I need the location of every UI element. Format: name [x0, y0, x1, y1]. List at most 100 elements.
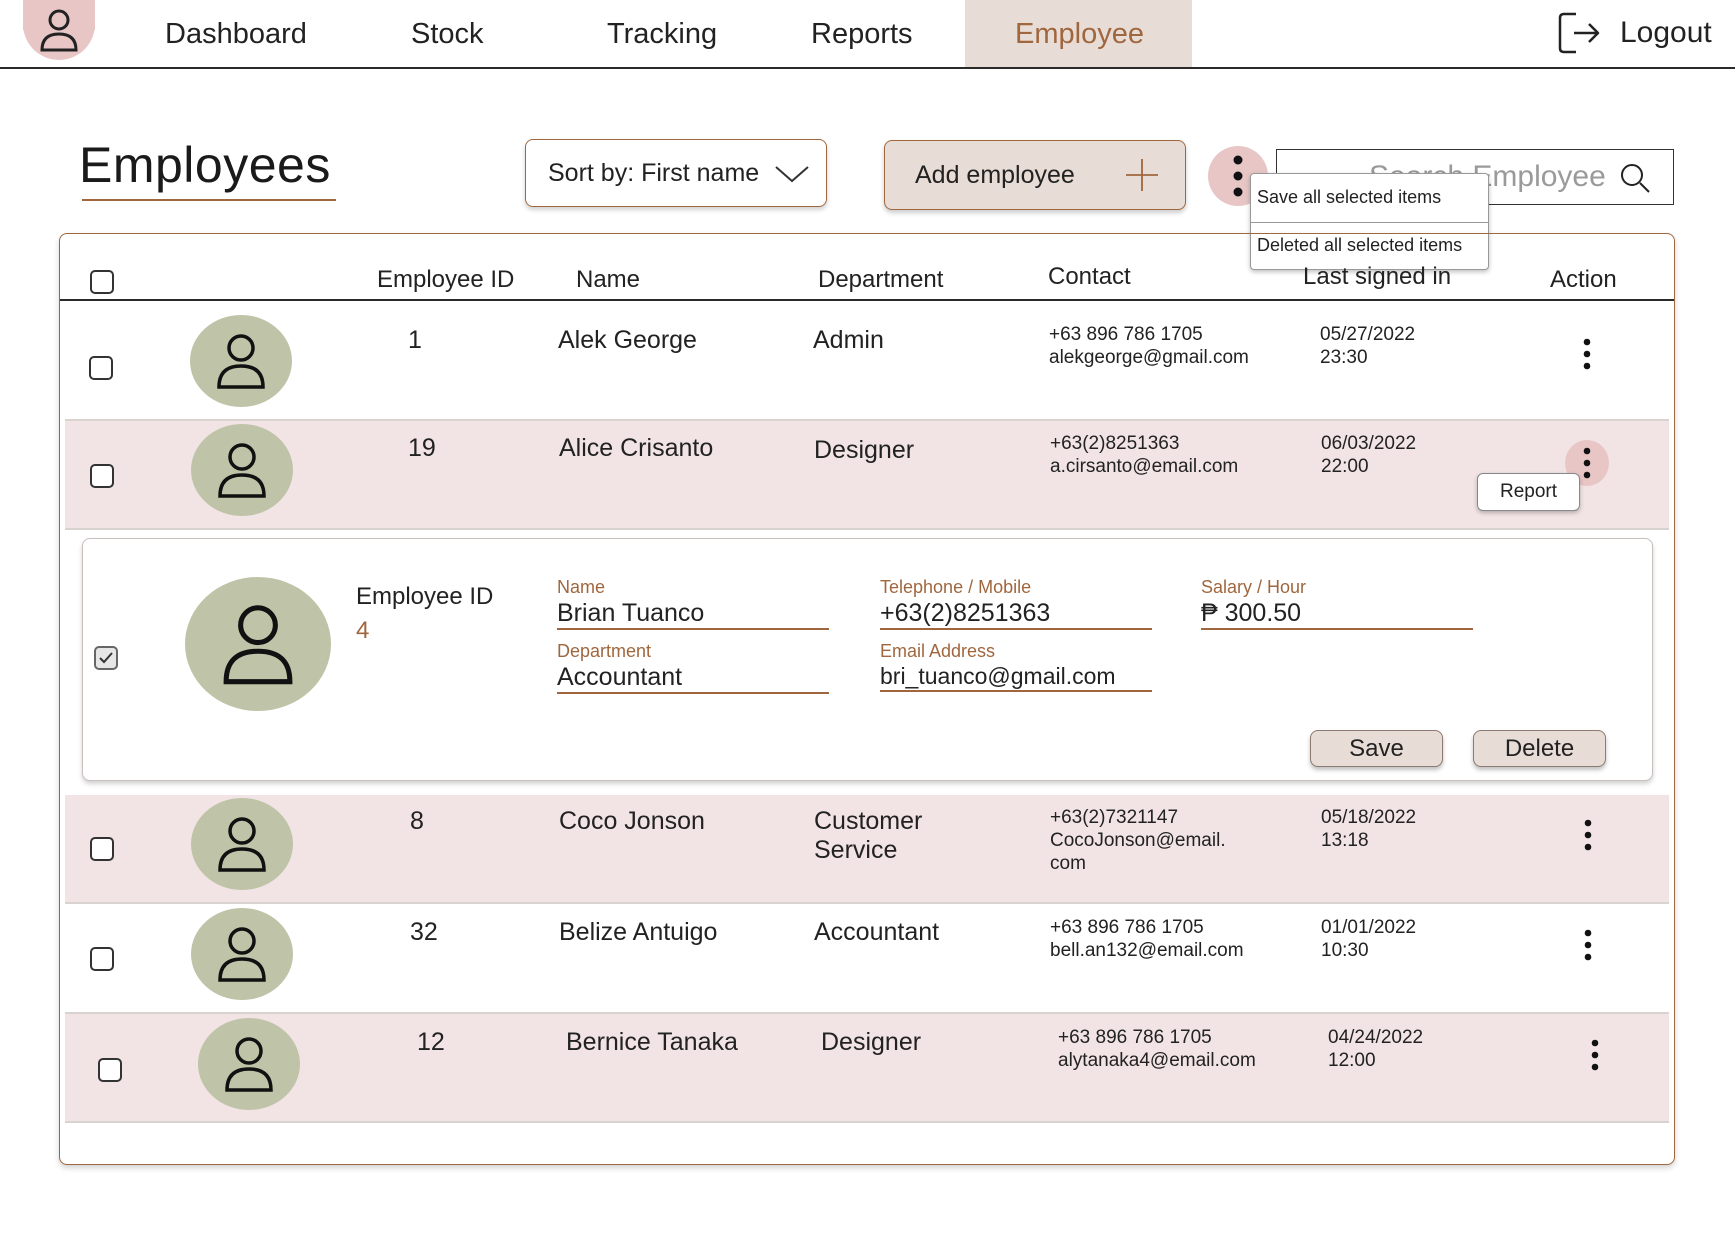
employee-edit-panel: Employee ID 4 Name Brian Tuanco Departme…	[82, 538, 1653, 781]
title-underline	[82, 199, 336, 201]
last-signed-date: 04/24/2022	[1328, 1027, 1424, 1048]
email-field[interactable]: bri_tuanco@gmail.com	[880, 663, 1152, 692]
employee-id: 12	[417, 1028, 445, 1056]
avatar	[190, 315, 292, 407]
row-checkbox[interactable]	[90, 464, 114, 488]
last-signed-time: 13:18	[1321, 830, 1369, 851]
col-name[interactable]: Name	[576, 266, 640, 294]
logout-icon	[1558, 12, 1600, 54]
avatar[interactable]	[185, 577, 331, 711]
col-department[interactable]: Department	[818, 266, 943, 294]
row-actions-button[interactable]	[1567, 332, 1607, 376]
user-icon	[217, 334, 265, 389]
more-vertical-icon	[1591, 1039, 1599, 1071]
sort-dropdown[interactable]: Sort by: First name	[525, 139, 827, 207]
row-actions-button[interactable]	[1575, 1033, 1615, 1077]
row-divider	[65, 1121, 1669, 1123]
chevron-down-icon	[775, 166, 809, 183]
employee-email: bell.an132@email.com	[1050, 940, 1244, 961]
employee-phone: +63(2)7321147	[1050, 807, 1179, 828]
row-checkbox[interactable]	[90, 947, 114, 971]
employee-email: a.cirsanto@email.com	[1050, 456, 1239, 477]
logout-button[interactable]: Logout	[1556, 10, 1712, 56]
more-vertical-icon	[1583, 338, 1591, 370]
row-checkbox-checked[interactable]	[94, 646, 118, 670]
row-actions-button[interactable]	[1568, 923, 1608, 967]
employee-name: Alice Crisanto	[559, 434, 714, 462]
department-field[interactable]: Accountant	[557, 663, 829, 694]
nav-stock[interactable]: Stock	[411, 18, 484, 51]
col-employee-id[interactable]: Employee ID	[377, 266, 514, 294]
nav-employee[interactable]: Employee	[1015, 18, 1144, 51]
phone-field[interactable]: +63(2)8251363	[880, 599, 1152, 630]
last-signed-time: 12:00	[1328, 1050, 1376, 1071]
phone-label: Telephone / Mobile	[880, 577, 1032, 597]
avatar	[191, 908, 293, 1000]
email-label: Email Address	[880, 641, 996, 661]
last-signed-date: 05/18/2022	[1321, 807, 1417, 828]
table-row[interactable]: 12 Bernice Tanaka Designer +63 896 786 1…	[65, 1014, 1669, 1122]
employee-id: 8	[410, 807, 424, 835]
last-signed-time: 23:30	[1320, 347, 1368, 368]
user-icon	[225, 1037, 273, 1092]
employee-name: Coco Jonson	[559, 807, 705, 835]
col-contact[interactable]: Contact	[1048, 263, 1131, 291]
employee-phone: +63 896 786 1705	[1058, 1027, 1212, 1048]
user-icon	[223, 605, 293, 685]
salary-field[interactable]: ₱ 300.50	[1201, 599, 1473, 630]
last-signed-date: 06/03/2022	[1321, 433, 1417, 454]
employee-id-label: Employee ID	[356, 583, 494, 610]
row-actions-button[interactable]	[1568, 813, 1608, 857]
add-employee-button[interactable]: Add employee	[884, 140, 1186, 210]
name-label: Name	[557, 577, 606, 597]
employee-id-value: 4	[356, 617, 370, 644]
more-vertical-icon	[1584, 819, 1592, 851]
check-icon	[99, 652, 113, 664]
last-signed-time: 22:00	[1321, 456, 1369, 477]
select-all-checkbox[interactable]	[90, 270, 114, 294]
employee-department: Designer	[814, 436, 915, 464]
plus-icon	[1126, 159, 1158, 191]
row-checkbox[interactable]	[89, 356, 113, 380]
table-row[interactable]: 8 Coco Jonson Customer Service +63(2)732…	[65, 795, 1669, 903]
name-field[interactable]: Brian Tuanco	[557, 599, 829, 630]
table-row[interactable]: 1 Alek George Admin +63 896 786 1705 ale…	[65, 302, 1669, 410]
sort-label: Sort by: First name	[548, 158, 760, 187]
user-icon	[218, 817, 266, 872]
row-checkbox[interactable]	[90, 837, 114, 861]
employee-department: Admin	[813, 326, 884, 354]
row-checkbox[interactable]	[98, 1058, 122, 1082]
header-divider	[60, 299, 1674, 301]
employee-department: Accountant	[814, 918, 940, 946]
employee-email-line2: com	[1050, 853, 1086, 874]
menu-divider	[1251, 222, 1488, 223]
more-vertical-icon	[1584, 929, 1592, 961]
menu-save-selected[interactable]: Save all selected items	[1257, 187, 1441, 208]
delete-button[interactable]: Delete	[1473, 730, 1606, 767]
nav-tracking[interactable]: Tracking	[607, 18, 717, 51]
logout-label: Logout	[1620, 16, 1712, 49]
table-row[interactable]: 19 Alice Crisanto Designer +63(2)8251363…	[65, 421, 1669, 529]
last-signed-date: 05/27/2022	[1320, 324, 1416, 345]
avatar	[191, 798, 293, 890]
employee-department: Customer	[814, 807, 923, 835]
more-vertical-icon	[1233, 155, 1243, 197]
employee-id: 32	[410, 918, 438, 946]
save-button[interactable]: Save	[1310, 730, 1443, 767]
report-menu-item[interactable]: Report	[1477, 473, 1580, 511]
user-icon	[40, 9, 78, 52]
add-employee-label: Add employee	[915, 160, 1075, 189]
nav-reports[interactable]: Reports	[811, 18, 913, 51]
employee-department: Designer	[821, 1028, 922, 1056]
table-row[interactable]: 32 Belize Antuigo Accountant +63 896 786…	[65, 904, 1669, 1012]
employee-id: 1	[408, 326, 422, 354]
col-last-signed-in[interactable]: Last signed in	[1303, 263, 1451, 291]
user-icon	[218, 443, 266, 498]
col-action: Action	[1550, 266, 1617, 293]
last-signed-date: 01/01/2022	[1321, 917, 1417, 938]
search-icon[interactable]	[1619, 162, 1651, 194]
nav-dashboard[interactable]: Dashboard	[165, 18, 307, 51]
employee-email: alytanaka4@email.com	[1058, 1050, 1256, 1071]
avatar	[191, 424, 293, 516]
more-vertical-icon	[1583, 447, 1591, 479]
